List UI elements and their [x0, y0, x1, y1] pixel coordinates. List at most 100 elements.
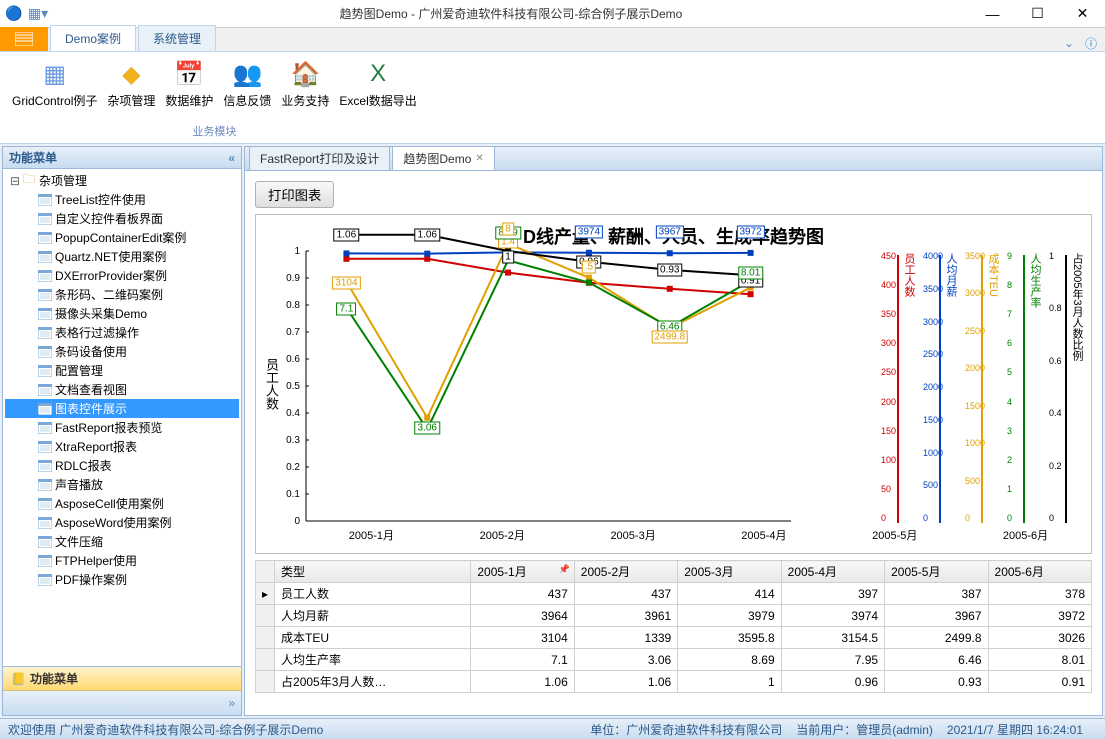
row-indicator[interactable] — [256, 671, 275, 693]
tree-node[interactable]: 条码设备使用 — [5, 342, 239, 361]
ribbon-tab[interactable]: 系统管理 — [138, 25, 216, 51]
grid-cell[interactable]: 3104 — [471, 627, 574, 649]
tree-node[interactable]: 摄像头采集Demo — [5, 304, 239, 323]
grid-cell[interactable]: 3964 — [471, 605, 574, 627]
tab-close-icon[interactable]: ✕ — [475, 153, 483, 164]
tree-node-label: AsposeCell使用案例 — [55, 495, 164, 512]
tree-node[interactable]: AsposeWord使用案例 — [5, 513, 239, 532]
tree-node[interactable]: FastReport报表预览 — [5, 418, 239, 437]
tree-node[interactable]: FTPHelper使用 — [5, 551, 239, 570]
tree-view[interactable]: ⊟🗀杂项管理TreeList控件使用自定义控件看板界面PopupContaine… — [3, 169, 241, 666]
tree-node[interactable]: RDLC报表 — [5, 456, 239, 475]
tree-node[interactable]: 配置管理 — [5, 361, 239, 380]
grid-cell[interactable]: 397 — [781, 583, 884, 605]
document-tab[interactable]: 趋势图Demo✕ — [392, 146, 494, 170]
row-indicator[interactable] — [256, 605, 275, 627]
tree-node[interactable]: 条形码、二维码案例 — [5, 285, 239, 304]
grid-cell[interactable]: 人均生产率 — [275, 649, 471, 671]
grid-cell[interactable]: 3961 — [574, 605, 677, 627]
grid-cell[interactable]: 占2005年3月人数… — [275, 671, 471, 693]
grid-cell[interactable]: 0.93 — [885, 671, 988, 693]
ribbon-button[interactable]: 👥信息反馈 — [219, 56, 275, 111]
ribbon-button[interactable]: ▦GridControl例子 — [8, 56, 101, 111]
grid-cell[interactable]: 成本TEU — [275, 627, 471, 649]
grid-column-header[interactable]: 2005-2月 — [574, 561, 677, 583]
grid-column-header[interactable]: 2005-6月 — [988, 561, 1091, 583]
grid-column-header[interactable]: 2005-5月 — [885, 561, 988, 583]
grid-cell[interactable]: 人均月薪 — [275, 605, 471, 627]
grid-cell[interactable]: 3595.8 — [678, 627, 781, 649]
help-icon[interactable]: ⓘ — [1083, 35, 1099, 51]
minimize-button[interactable]: — — [970, 0, 1015, 28]
grid-cell[interactable]: 414 — [678, 583, 781, 605]
tree-node[interactable]: TreeList控件使用 — [5, 190, 239, 209]
tree-node[interactable]: Quartz.NET使用案例 — [5, 247, 239, 266]
filter-icon[interactable]: 📌 — [559, 564, 570, 575]
grid-cell[interactable]: 3.06 — [574, 649, 677, 671]
grid-cell[interactable]: 1.06 — [574, 671, 677, 693]
sidebar-footer-button[interactable]: 📒 功能菜单 — [3, 667, 241, 691]
grid-cell[interactable]: 1 — [678, 671, 781, 693]
grid-cell[interactable]: 437 — [574, 583, 677, 605]
document-tab[interactable]: FastReport打印及设计 — [249, 146, 390, 170]
ribbon-app-menu[interactable] — [0, 27, 48, 51]
nav-options-icon[interactable]: » — [228, 696, 235, 710]
grid-cell[interactable]: 8.69 — [678, 649, 781, 671]
maximize-button[interactable]: ☐ — [1015, 0, 1060, 28]
grid-cell[interactable]: 1339 — [574, 627, 677, 649]
tree-node[interactable]: PopupContainerEdit案例 — [5, 228, 239, 247]
grid-cell[interactable]: 7.95 — [781, 649, 884, 671]
data-grid[interactable]: 类型2005-1月📌2005-2月2005-3月2005-4月2005-5月20… — [255, 560, 1092, 693]
ribbon-button[interactable]: XExcel数据导出 — [335, 56, 420, 111]
grid-cell[interactable]: 1.06 — [471, 671, 574, 693]
print-chart-button[interactable]: 打印图表 — [255, 181, 334, 208]
ribbon-button[interactable]: ◆杂项管理 — [103, 56, 159, 111]
grid-cell[interactable]: 3967 — [885, 605, 988, 627]
grid-cell[interactable]: 0.96 — [781, 671, 884, 693]
grid-cell[interactable]: 437 — [471, 583, 574, 605]
document-icon — [37, 288, 53, 302]
grid-cell[interactable]: 3972 — [988, 605, 1091, 627]
grid-cell[interactable]: 0.91 — [988, 671, 1091, 693]
tree-node[interactable]: 图表控件展示 — [5, 399, 239, 418]
grid-cell[interactable]: 3026 — [988, 627, 1091, 649]
tree-node[interactable]: 文档查看视图 — [5, 380, 239, 399]
grid-cell[interactable]: 员工人数 — [275, 583, 471, 605]
grid-cell[interactable]: 7.1 — [471, 649, 574, 671]
qat-icon-2[interactable]: ▦▾ — [30, 6, 46, 22]
grid-cell[interactable]: 8.01 — [988, 649, 1091, 671]
axis-label: 占2005年3月人数比例 — [1069, 253, 1085, 361]
grid-cell[interactable]: 2499.8 — [885, 627, 988, 649]
tree-node[interactable]: 文件压缩 — [5, 532, 239, 551]
ribbon-collapse-icon[interactable]: ⌄ — [1061, 35, 1077, 51]
grid-column-header[interactable]: 类型 — [275, 561, 471, 583]
secondary-axis: 成本TEU 3500300025002000150010005000 — [961, 251, 1003, 523]
close-button[interactable]: ✕ — [1060, 0, 1105, 28]
tree-node[interactable]: 自定义控件看板界面 — [5, 209, 239, 228]
grid-cell[interactable]: 3979 — [678, 605, 781, 627]
ribbon-tab[interactable]: Demo案例 — [50, 25, 136, 51]
grid-cell[interactable]: 378 — [988, 583, 1091, 605]
grid-column-header[interactable]: 2005-1月📌 — [471, 561, 574, 583]
grid-cell[interactable]: 387 — [885, 583, 988, 605]
row-indicator[interactable]: ▸ — [256, 583, 275, 605]
grid-column-header[interactable]: 2005-4月 — [781, 561, 884, 583]
grid-cell[interactable]: 3974 — [781, 605, 884, 627]
row-indicator[interactable] — [256, 627, 275, 649]
tree-node[interactable]: XtraReport报表 — [5, 437, 239, 456]
grid-column-header[interactable]: 2005-3月 — [678, 561, 781, 583]
tree-root-node[interactable]: ⊟🗀杂项管理 — [5, 171, 239, 190]
row-indicator[interactable] — [256, 649, 275, 671]
ribbon-button[interactable]: 🏠业务支持 — [277, 56, 333, 111]
tree-node[interactable]: 声音播放 — [5, 475, 239, 494]
tree-expander-icon[interactable]: ⊟ — [9, 174, 21, 188]
grid-cell[interactable]: 3154.5 — [781, 627, 884, 649]
tree-node[interactable]: DXErrorProvider案例 — [5, 266, 239, 285]
sidebar-collapse-icon[interactable]: « — [228, 151, 235, 165]
tree-node[interactable]: AsposeCell使用案例 — [5, 494, 239, 513]
tree-node[interactable]: 表格行过滤操作 — [5, 323, 239, 342]
ribbon-button[interactable]: 📅数据维护 — [161, 56, 217, 111]
qat-icon-1[interactable]: 🔵 — [6, 6, 22, 22]
grid-cell[interactable]: 6.46 — [885, 649, 988, 671]
tree-node[interactable]: PDF操作案例 — [5, 570, 239, 589]
